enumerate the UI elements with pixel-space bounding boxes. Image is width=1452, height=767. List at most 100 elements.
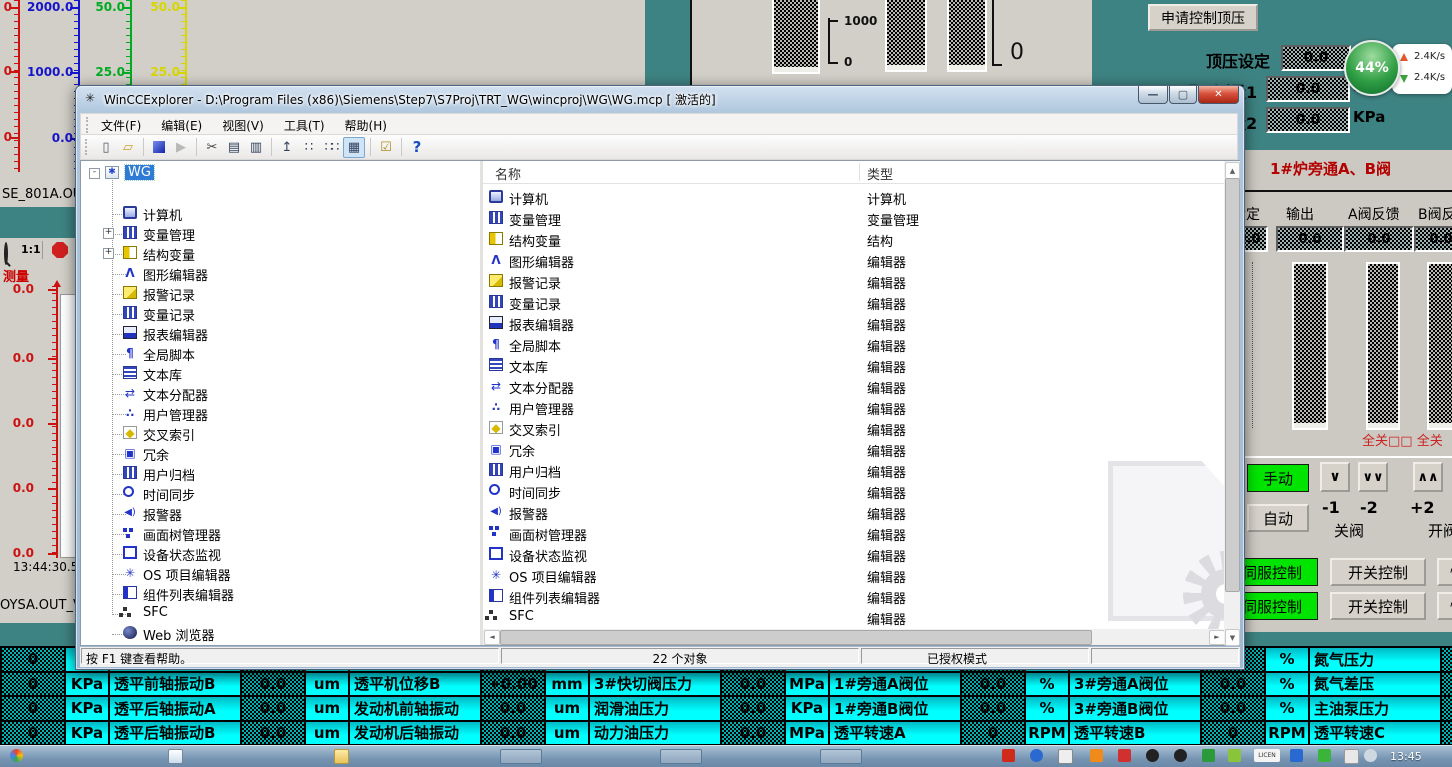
stop-icon[interactable]: [52, 242, 68, 258]
tree-item[interactable]: ◆交叉索引: [81, 424, 480, 444]
tree-item[interactable]: ⇄文本分配器: [81, 384, 480, 404]
close-two-step-button[interactable]: ∨∨: [1358, 462, 1388, 492]
menu-bar[interactable]: 文件(F)编辑(E)视图(V)工具(T)帮助(H): [80, 113, 1238, 135]
close-button[interactable]: ✕: [1198, 86, 1239, 104]
small-icons-button[interactable]: ∷∷: [321, 138, 341, 157]
tray-volume-icon[interactable]: [1364, 749, 1377, 762]
large-icons-button[interactable]: ∷: [299, 138, 319, 157]
tree-item[interactable]: Λ图形编辑器: [81, 264, 480, 284]
deactivate-button[interactable]: [149, 138, 169, 157]
tree-root-item[interactable]: -✱WG: [81, 164, 480, 184]
wincc-explorer-window[interactable]: ✳ WinCCExplorer - D:\Program Files (x86)…: [75, 85, 1245, 670]
tree-item[interactable]: ▣冗余: [81, 444, 480, 464]
cut-button[interactable]: ✂: [202, 138, 222, 157]
tree-item[interactable]: ¶全局脚本: [81, 344, 480, 364]
scroll-up-arrow[interactable]: ▲: [1225, 162, 1240, 179]
tree-item[interactable]: 时间同步: [81, 484, 480, 504]
tray-qq-icon[interactable]: [1146, 749, 1159, 762]
up-one-level-button[interactable]: ↥: [277, 138, 297, 157]
tree-item[interactable]: 组件列表编辑器: [81, 584, 480, 604]
taskbar-app-button-3[interactable]: [820, 749, 862, 764]
name-column-header[interactable]: 名称: [495, 164, 521, 183]
tray-ie-icon[interactable]: [1290, 749, 1303, 762]
properties-button[interactable]: ☑: [376, 138, 396, 157]
taskbar-app-button-1[interactable]: [500, 749, 542, 764]
menu-item-0[interactable]: 文件(F): [91, 114, 151, 136]
tree-item[interactable]: ◀)报警器: [81, 504, 480, 524]
list-row[interactable]: 设备状态监视编辑器: [483, 544, 1224, 565]
chrome-icon[interactable]: [10, 749, 23, 762]
media-player-icon[interactable]: [168, 749, 183, 764]
open-two-step-button[interactable]: ∧∧: [1413, 462, 1443, 492]
tree-item[interactable]: 变量记录: [81, 304, 480, 324]
open-button[interactable]: ▱: [118, 138, 138, 157]
list-row[interactable]: ∴用户管理器编辑器: [483, 397, 1224, 418]
tree-item[interactable]: ∴用户管理器: [81, 404, 480, 424]
tree-item[interactable]: Web 浏览器: [81, 624, 480, 644]
taskbar-clock[interactable]: 13:45: [1390, 750, 1422, 763]
switch-control-button-2[interactable]: 开关控制: [1330, 592, 1426, 620]
list-row[interactable]: 文本库编辑器: [483, 355, 1224, 376]
tree-item[interactable]: 用户归档: [81, 464, 480, 484]
tray-medical-icon[interactable]: [1118, 749, 1131, 762]
tree-item[interactable]: 画面树管理器: [81, 524, 480, 544]
list-row[interactable]: 报表编辑器编辑器: [483, 313, 1224, 334]
header-divider[interactable]: [859, 163, 860, 181]
taskbar[interactable]: LICEN 13:45: [0, 745, 1452, 767]
zoom-icon[interactable]: [4, 242, 8, 265]
project-tree[interactable]: -✱WG计算机+变量管理+结构变量Λ图形编辑器报警记录变量记录报表编辑器¶全局脚…: [81, 161, 480, 645]
activate-button[interactable]: ▶: [171, 138, 191, 157]
list-row[interactable]: 组件列表编辑器编辑器: [483, 586, 1224, 607]
list-row[interactable]: 报警记录编辑器: [483, 271, 1224, 292]
component-list[interactable]: 名称 类型 计算机计算机变量管理变量管理结构变量结构Λ图形编辑器编辑器报警记录编…: [483, 161, 1224, 645]
toolbar[interactable]: ▯ ▱ ▶ ✂ ▤ ▥ ↥ ∷ ∷∷ ▦ ☑ ?: [80, 135, 1238, 160]
manual-button[interactable]: 手动: [1247, 464, 1309, 492]
list-row[interactable]: 计算机计算机: [483, 187, 1224, 208]
tree-item-expander[interactable]: +: [103, 248, 114, 259]
tray-flag-icon[interactable]: [1318, 749, 1331, 762]
zoom-ratio-label[interactable]: 1:1: [21, 243, 41, 256]
tray-qq2-icon[interactable]: [1174, 749, 1187, 762]
list-row[interactable]: ◆交叉索引编辑器: [483, 418, 1224, 439]
details-view-button[interactable]: ▦: [343, 137, 365, 158]
folder-icon[interactable]: [334, 749, 349, 764]
new-button[interactable]: ▯: [96, 138, 116, 157]
tree-item[interactable]: 报表编辑器: [81, 324, 480, 344]
vertical-scrollbar[interactable]: ▲ ▼: [1224, 161, 1240, 645]
fast-open-button-1[interactable]: 快开: [1437, 558, 1452, 586]
tree-item-expander[interactable]: +: [103, 228, 114, 239]
list-header[interactable]: 名称 类型: [483, 161, 1224, 184]
list-row[interactable]: ▣冗余编辑器: [483, 439, 1224, 460]
list-row[interactable]: 画面树管理器编辑器: [483, 523, 1224, 544]
title-bar[interactable]: ✳ WinCCExplorer - D:\Program Files (x86)…: [76, 86, 1244, 111]
scroll-right-arrow[interactable]: ►: [1209, 630, 1224, 645]
menu-item-3[interactable]: 工具(T): [274, 114, 335, 136]
tree-root-expander[interactable]: -: [89, 168, 100, 179]
close-one-step-button[interactable]: ∨: [1320, 462, 1350, 492]
tree-item[interactable]: SFC: [81, 604, 480, 624]
fast-open-button-2[interactable]: 快开: [1437, 592, 1452, 620]
taskbar-app-button-2[interactable]: [660, 749, 702, 764]
scroll-down-arrow[interactable]: ▼: [1225, 629, 1240, 646]
vscroll-thumb[interactable]: [1225, 178, 1240, 592]
apply-top-pressure-button[interactable]: 申请控制顶压: [1148, 4, 1258, 31]
list-row[interactable]: 变量管理变量管理: [483, 208, 1224, 229]
hscroll-thumb[interactable]: [500, 630, 1092, 645]
auto-button[interactable]: 自动: [1247, 504, 1309, 532]
minimize-button[interactable]: —: [1138, 86, 1168, 104]
scroll-left-arrow[interactable]: ◄: [484, 630, 500, 645]
copy-button[interactable]: ▤: [224, 138, 244, 157]
tray-ime-icon[interactable]: [1344, 749, 1359, 764]
tray-updater-icon[interactable]: [1228, 749, 1241, 762]
menu-item-4[interactable]: 帮助(H): [335, 114, 397, 136]
menu-item-1[interactable]: 编辑(E): [151, 114, 212, 136]
tree-item[interactable]: 报警记录: [81, 284, 480, 304]
tray-license-icon[interactable]: LICEN: [1254, 749, 1280, 762]
list-row[interactable]: ¶全局脚本编辑器: [483, 334, 1224, 355]
paste-button[interactable]: ▥: [246, 138, 266, 157]
tree-item[interactable]: 文本库: [81, 364, 480, 384]
tree-item[interactable]: ✳OS 项目编辑器: [81, 564, 480, 584]
menu-item-2[interactable]: 视图(V): [212, 114, 274, 136]
tree-item[interactable]: 计算机: [81, 204, 480, 224]
tree-item[interactable]: 设备状态监视: [81, 544, 480, 564]
